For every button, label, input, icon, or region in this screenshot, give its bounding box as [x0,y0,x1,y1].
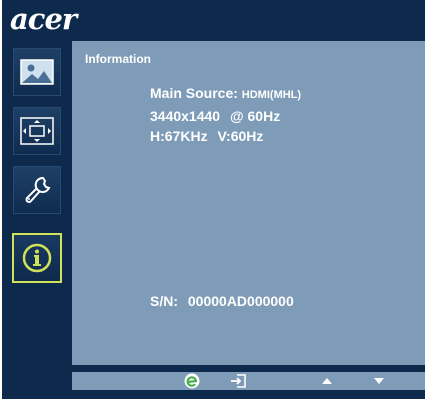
resolution-value: 3440x1440 [150,108,221,124]
down-arrow-icon [374,378,384,384]
v-frequency: V:60Hz [217,128,264,144]
picture-icon [20,59,54,85]
sidebar-item-settings[interactable] [13,166,61,214]
wrench-icon [25,176,51,203]
resolution-line: 3440x1440 @ 60Hz [150,108,280,124]
acer-e-button[interactable] [182,372,202,390]
main-source-value: HDMI(MHL) [241,89,302,101]
h-frequency: H:67KHz [150,128,208,144]
bottom-button-bar [72,372,425,390]
information-panel: Information Main Source: HDMI(MHL) 3440x… [72,41,425,365]
frequency-line: H:67KHz V:60Hz [150,128,263,144]
sidebar-item-display[interactable] [13,107,61,155]
sidebar-item-picture[interactable] [13,48,61,96]
exit-button[interactable] [228,372,248,390]
main-source-label: Main Source: [150,85,238,101]
exit-icon [231,374,246,388]
info-icon [22,243,52,273]
serial-label: S/N: [150,293,178,309]
up-arrow-icon [322,378,332,384]
acer-e-icon [184,373,200,389]
refresh-value: @ 60Hz [229,108,281,124]
up-button[interactable] [319,372,335,390]
acer-logo: acer [10,2,77,36]
sidebar-item-information[interactable] [12,233,62,283]
main-source-line: Main Source: HDMI(MHL) [150,85,301,101]
serial-value: 00000AD000000 [187,293,294,309]
panel-title: Information [85,52,151,66]
serial-line: S/N: 00000AD000000 [150,293,294,309]
screen-position-icon [20,117,54,145]
down-button[interactable] [371,372,387,390]
osd-window: acer Information Main Source: HDMI(MHL) … [2,0,425,399]
